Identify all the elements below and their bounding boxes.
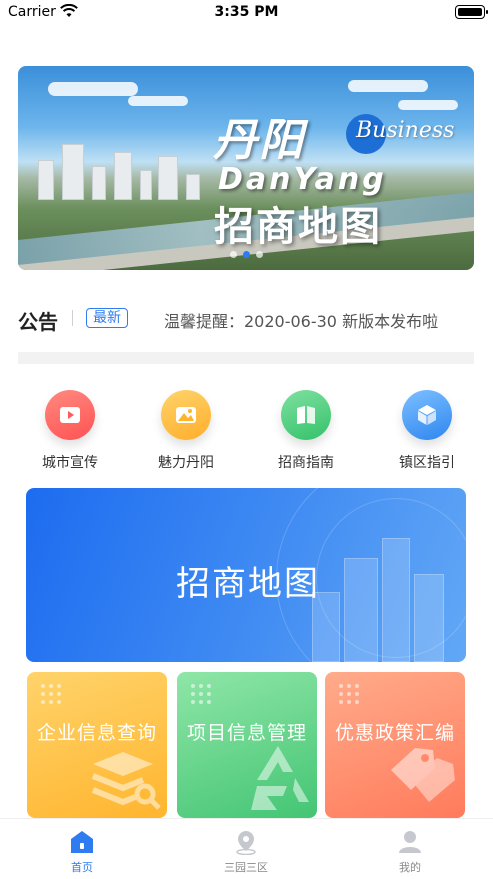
quick-item-charm[interactable]: 魅力丹阳 — [141, 384, 231, 472]
tile-title: 企业信息查询 — [36, 722, 157, 744]
announcement-divider — [72, 310, 73, 326]
quick-menu: 城市宣传 魅力丹阳 招商指南 镇区指引 — [0, 384, 493, 474]
user-icon — [399, 831, 421, 853]
banner-city-name: 丹阳 — [213, 115, 305, 166]
carousel-dot-active[interactable] — [242, 251, 250, 258]
banner-business-label: Business — [356, 118, 455, 143]
tile-preferential-policy[interactable]: 优惠政策汇编 — [325, 672, 465, 818]
tab-home[interactable]: 首页 — [32, 829, 132, 875]
tile-project-management[interactable]: 项目信息管理 — [177, 672, 317, 818]
section-divider — [18, 352, 474, 364]
tab-label: 首页 — [71, 861, 93, 874]
quick-item-label: 魅力丹阳 — [158, 455, 214, 471]
status-bar: Carrier 3:35 PM — [0, 0, 493, 26]
banner-subtitle: 招商地图 — [214, 204, 382, 250]
carousel-dot[interactable] — [229, 251, 237, 258]
quick-item-label: 招商指南 — [278, 455, 334, 471]
quick-item-town-guide[interactable]: 镇区指引 — [382, 384, 472, 472]
quick-item-guide[interactable]: 招商指南 — [261, 384, 351, 472]
battery-icon — [455, 5, 488, 19]
quick-item-label: 镇区指引 — [399, 455, 455, 471]
investment-map-card[interactable]: 招商地图 — [26, 488, 466, 662]
carousel-indicator[interactable] — [18, 251, 474, 258]
quick-item-city-promo[interactable]: 城市宣传 — [25, 384, 115, 472]
book-icon — [281, 390, 331, 440]
banner-roman-name: DanYang — [218, 162, 387, 197]
announcement-bar[interactable]: 公告 最新 温馨提醒：2020-06-30 新版本发布啦 — [18, 300, 474, 340]
recycle-icon — [251, 746, 309, 810]
tab-label: 我的 — [399, 861, 421, 874]
video-icon — [45, 390, 95, 440]
announcement-title: 公告 — [18, 310, 58, 334]
investment-map-title: 招商地图 — [176, 564, 320, 604]
tab-label: 三园三区 — [224, 861, 268, 874]
latest-badge: 最新 — [86, 308, 128, 328]
dots-decoration — [41, 684, 63, 706]
tag-icon — [391, 748, 455, 802]
dots-decoration — [191, 684, 213, 706]
bottom-tab-bar: 首页 三园三区 我的 — [0, 818, 493, 879]
landscape-icon — [161, 390, 211, 440]
quick-item-label: 城市宣传 — [42, 455, 98, 471]
announcement-text[interactable]: 温馨提醒：2020-06-30 新版本发布啦 — [164, 308, 438, 332]
home-icon — [71, 831, 93, 853]
banner-carousel[interactable]: 丹阳 Business DanYang 招商地图 — [18, 66, 474, 270]
dots-decoration — [339, 684, 361, 706]
tab-parks-districts[interactable]: 三园三区 — [196, 829, 296, 875]
cube-icon — [402, 390, 452, 440]
location-icon — [236, 831, 256, 855]
clock-label: 3:35 PM — [214, 4, 279, 20]
carousel-dot[interactable] — [255, 251, 263, 258]
tile-enterprise-query[interactable]: 企业信息查询 — [27, 672, 167, 818]
tab-mine[interactable]: 我的 — [360, 829, 460, 875]
search-layers-icon — [91, 752, 161, 810]
